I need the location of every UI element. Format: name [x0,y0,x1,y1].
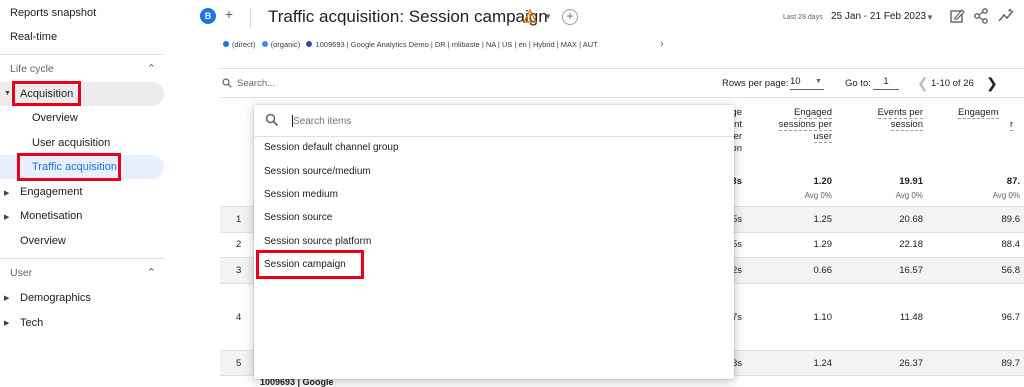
share-icon[interactable] [972,7,990,25]
total-engaged-avg: Avg 0% [804,191,832,200]
chevron-right-icon[interactable]: › [660,38,664,50]
previous-page-icon[interactable]: ❮ [917,75,929,92]
search-icon [265,113,279,127]
chevron-up-icon[interactable]: ⌃ [147,266,156,279]
edit-report-icon[interactable] [948,7,966,25]
annotation-box-acquisition [12,81,81,106]
caret-right-icon[interactable]: ▶ [4,294,9,302]
sidebar-item-user-acquisition[interactable]: User acquisition [32,137,110,149]
row-cell: 56.8 [1001,265,1021,276]
annotation-box-traffic-acquisition [17,153,121,181]
sidebar-item-overview[interactable]: Overview [32,112,78,124]
pagination-text: 1-10 of 26 [931,78,974,89]
sidebar: Reports snapshot Real-time Life cycle ⌃ … [0,0,200,387]
sidebar-divider [0,258,164,259]
caret-right-icon[interactable]: ▶ [4,319,9,327]
chart-legend: (direct) (organic) 1009693 | Google Anal… [223,40,648,49]
row-cell: 1.24 [813,358,833,369]
caret-right-icon[interactable]: ▶ [4,189,9,197]
chevron-down-icon[interactable]: ▼ [815,78,822,85]
report-header: B + Traffic acquisition: Session campaig… [200,0,1024,38]
column-header-events-per-session[interactable]: Events per session [855,107,923,131]
date-range[interactable]: 25 Jan - 21 Feb 2023 [831,11,926,22]
row-cell: 11.48 [899,312,923,323]
goto-input[interactable]: 1 [873,76,899,90]
add-comparison-icon[interactable]: + [221,7,237,24]
row-number: 2 [236,239,242,250]
row-cell: 26.37 [899,358,923,369]
add-card-icon[interactable]: + [562,9,578,25]
title-dropdown-icon[interactable]: ▼ [544,12,552,21]
insights-icon[interactable] [997,7,1015,25]
table-search-input[interactable]: Search... [237,78,275,89]
sidebar-item-overview-2[interactable]: Overview [20,235,66,247]
next-page-icon[interactable]: ❯ [986,75,998,92]
sidebar-item-monetisation[interactable]: Monetisation [20,210,82,222]
row-cell: 20.68 [899,214,923,225]
row-cell: 1.10 [813,312,833,323]
column-header-engaged-sessions-per-user[interactable]: Engaged sessions per user [760,107,832,143]
sidebar-section-user[interactable]: User [10,267,32,279]
row-cell: 1.29 [813,239,833,250]
warning-icon[interactable] [523,9,537,23]
dropdown-item-session-source-platform[interactable]: Session source platform [264,236,371,247]
dropdown-item-session-source[interactable]: Session source [264,212,332,223]
table-toolbar [220,68,1024,98]
legend-item[interactable]: (direct) [223,40,255,49]
row-cell: 0.66 [813,265,833,276]
row-cell: 22.18 [899,239,923,250]
dimension-picker-dropdown: Session default channel group Session so… [254,105,734,379]
chevron-up-icon[interactable]: ⌃ [147,62,156,75]
row-cell: 96.7 [1001,312,1021,323]
sidebar-item-reports-snapshot[interactable]: Reports snapshot [10,7,96,19]
row-number: 1 [236,214,242,225]
row-number: 5 [236,358,242,369]
total-events: 19.91 [899,176,923,187]
total-engagement-avg: Avg 0% [992,191,1020,200]
rows-per-page-label: Rows per page: [722,78,789,89]
search-items-input[interactable] [293,114,713,128]
total-engagement: 87. [1006,176,1020,187]
sidebar-divider [0,54,164,55]
dropdown-divider [254,136,734,137]
header-divider [250,8,251,28]
total-events-avg: Avg 0% [895,191,923,200]
row-cell: 1.25 [813,214,833,225]
dropdown-item-session-source-medium[interactable]: Session source/medium [264,166,371,177]
row-cell: 16.57 [899,265,923,276]
sidebar-item-engagement[interactable]: Engagement [20,186,82,198]
legend-item[interactable]: (organic) [261,40,300,49]
goto-label: Go to: [845,78,871,89]
annotation-box-session-campaign [256,250,364,279]
sidebar-item-demographics[interactable]: Demographics [20,292,91,304]
avatar[interactable]: B [200,8,216,24]
caret-down-icon[interactable]: ▼ [4,90,11,97]
sidebar-item-tech[interactable]: Tech [20,317,43,329]
date-label: Last 28 days [783,14,823,21]
caret-right-icon[interactable]: ▶ [4,213,9,221]
date-dropdown-icon[interactable]: ▼ [926,13,934,22]
dropdown-item-session-medium[interactable]: Session medium [264,189,338,200]
search-icon [222,78,232,88]
row-cell: 89.6 [1001,214,1021,225]
page-title: Traffic acquisition: Session campaign [268,7,548,26]
total-engaged-sessions: 1.20 [813,176,833,187]
row-number: 3 [236,265,242,276]
legend-item[interactable]: 1009693 | Google Analytics Demo | DR | m… [306,40,598,49]
column-header-engagement-rate[interactable]: Engagem r [948,107,1024,131]
row-cell: 89.7 [1001,358,1021,369]
row-cell: 88.4 [1001,239,1021,250]
sidebar-section-life-cycle[interactable]: Life cycle [10,63,54,75]
row-number: 4 [236,312,242,323]
dropdown-item-session-default-channel-group[interactable]: Session default channel group [264,142,399,153]
sidebar-item-realtime[interactable]: Real-time [10,31,57,43]
